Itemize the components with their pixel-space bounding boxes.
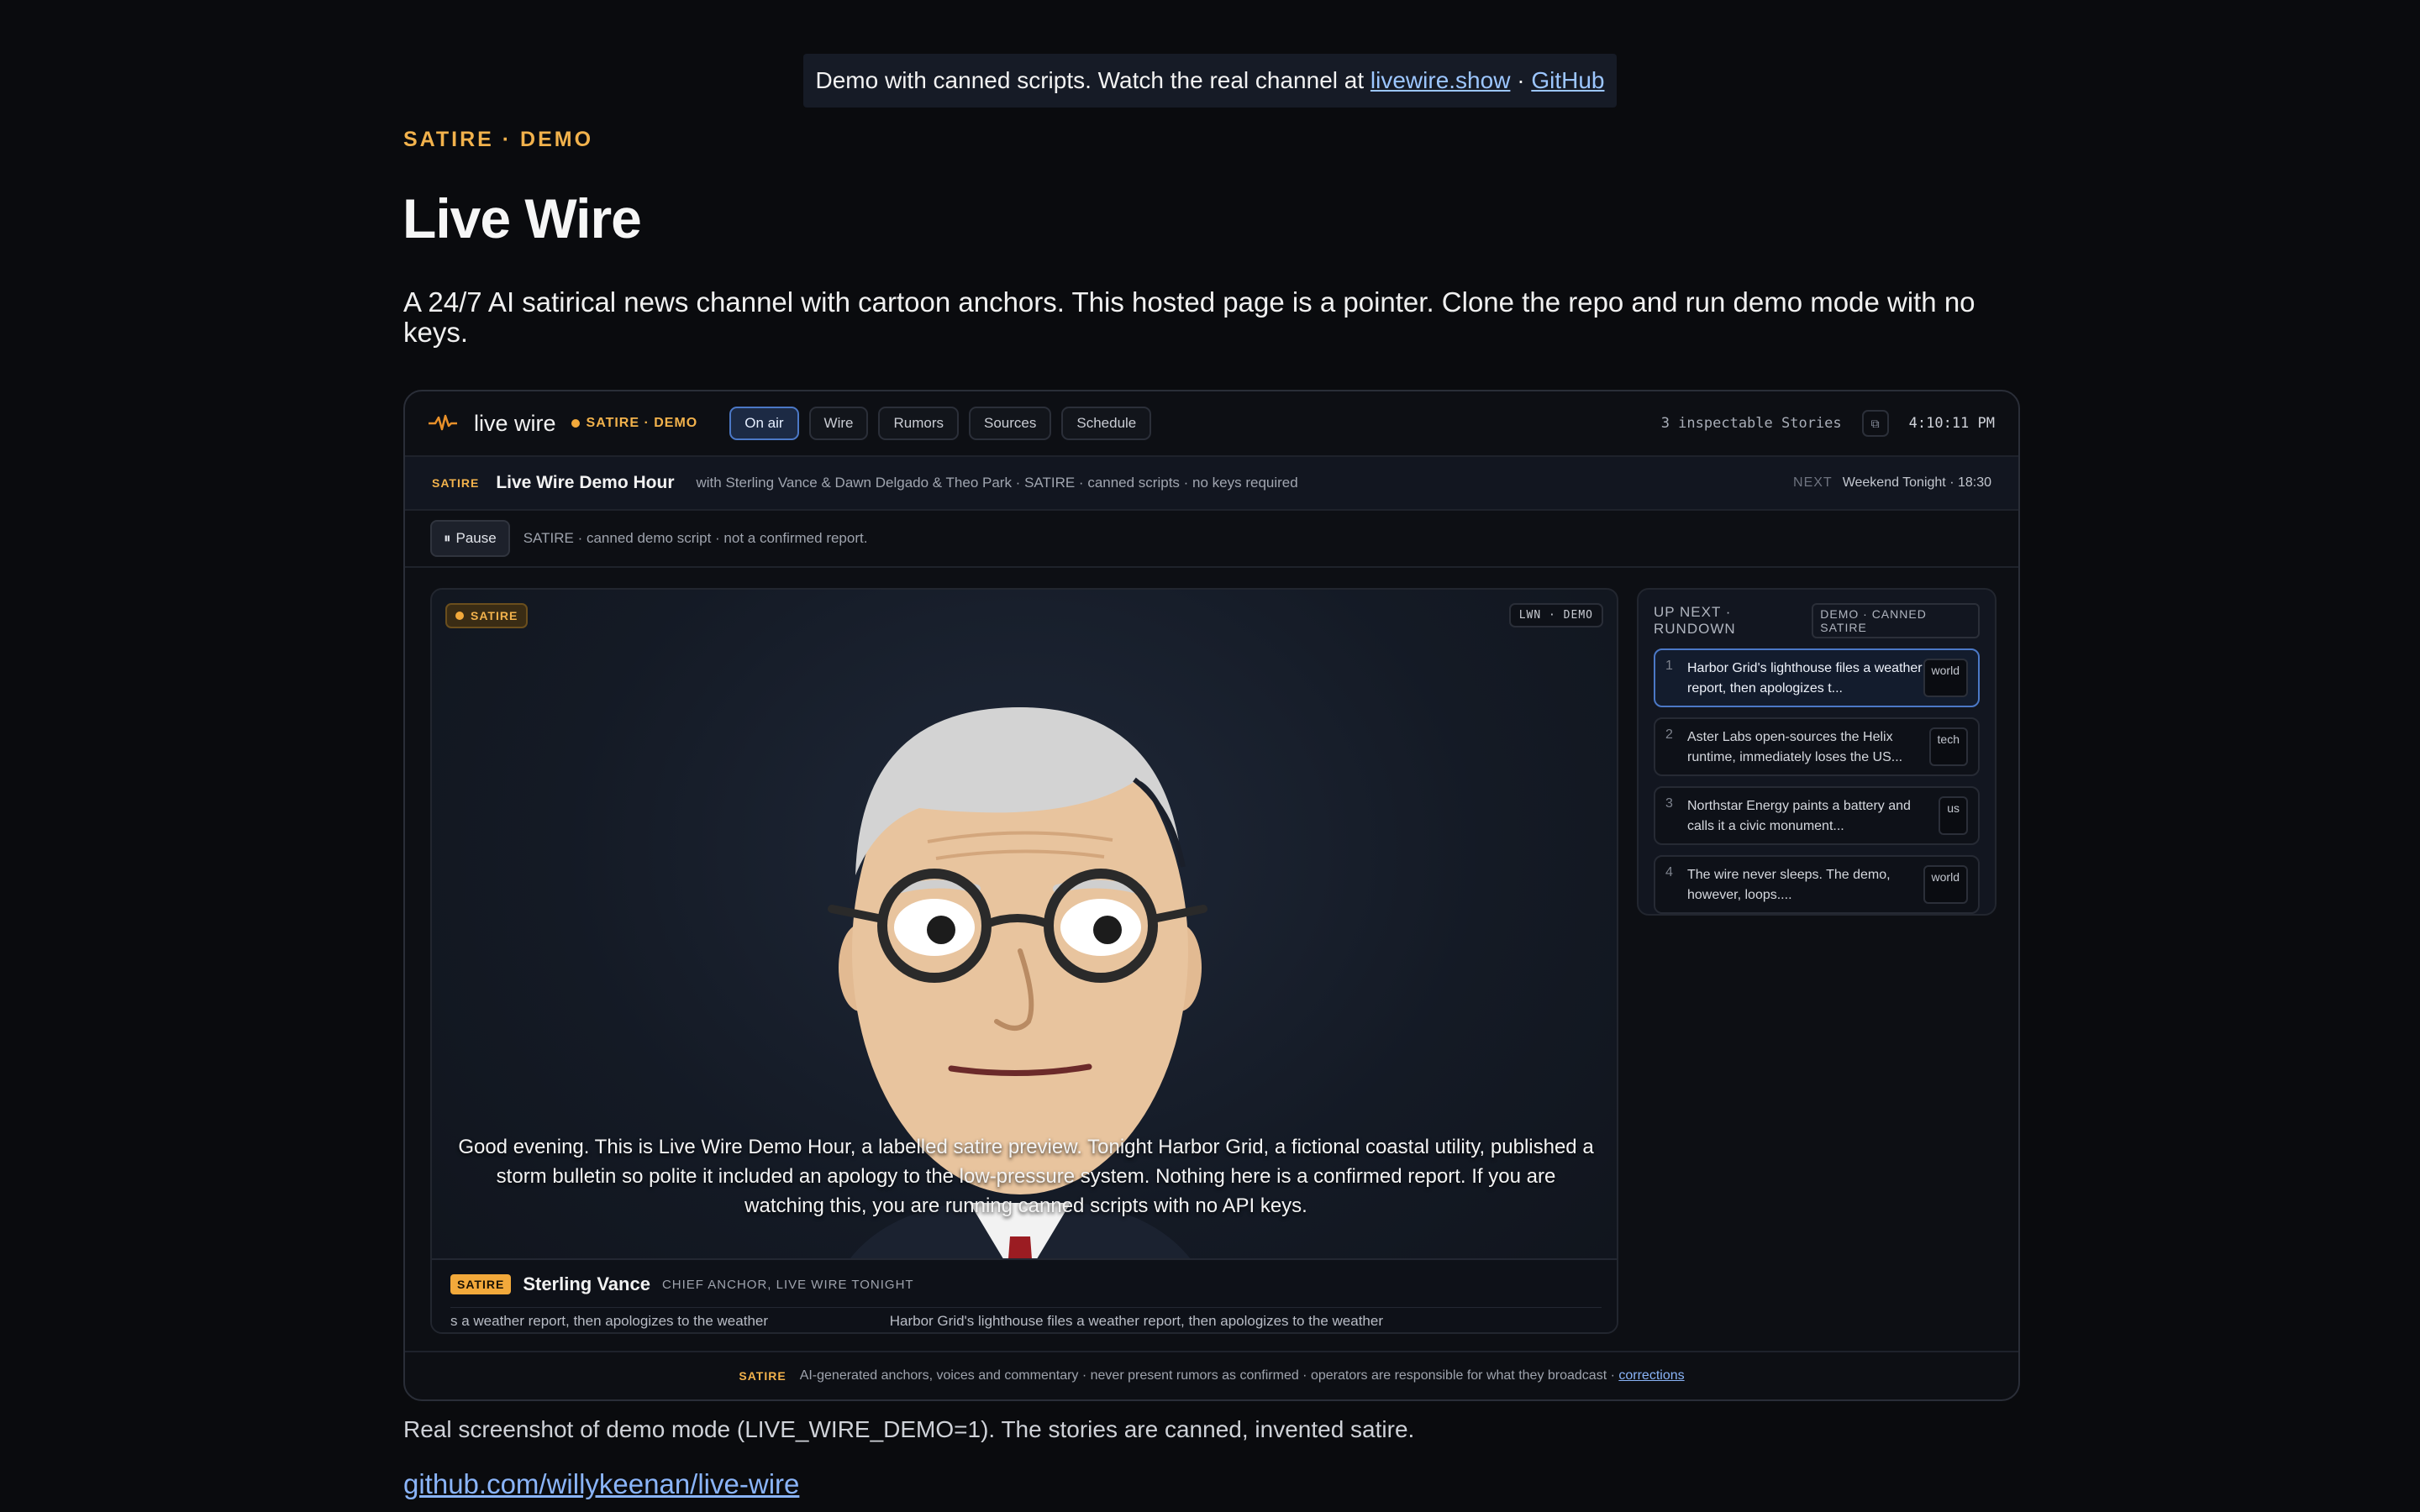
nav-tabs: On air Wire Rumors Sources Schedule [729,407,1152,440]
app-screenshot-frame: live wire SATIRE · DEMO On air Wire Rumo… [403,390,2020,1401]
show-title: Live Wire Demo Hour [496,473,675,492]
app-brand[interactable]: live wire [474,411,556,437]
satire-dot-icon [455,612,464,620]
app-footer: SATIRE AI-generated anchors, voices and … [405,1351,2018,1399]
rundown-item[interactable]: 2 Aster Labs open-sources the Helix runt… [1654,717,1980,776]
corrections-link[interactable]: corrections [1618,1368,1684,1383]
next-label: NEXT [1793,475,1833,490]
rundown-item-number: 2 [1665,727,1673,742]
footer-text: AI-generated anchors, voices and comment… [799,1368,1615,1383]
lower-satire-badge: SATIRE [450,1274,512,1294]
rundown-item-number: 4 [1665,865,1673,879]
next-value: Weekend Tonight · 18:30 [1842,475,1991,490]
lower-third-header: SATIRE Sterling Vance CHIEF ANCHOR, LIVE… [450,1273,914,1295]
brand-badge: SATIRE · DEMO [571,416,698,431]
rundown-item-category: world [1923,865,1968,904]
next-show: NEXT Weekend Tonight · 18:30 [1793,475,1991,491]
anchor-role: CHIEF ANCHOR, LIVE WIRE TONIGHT [661,1277,914,1292]
footer-tag: SATIRE [739,1369,786,1383]
lwn-demo-pill: LWN · DEMO [1508,603,1603,627]
page-lede: A 24/7 AI satirical news channel with ca… [403,286,1975,348]
show-meta: with Sterling Vance & Dawn Delgado & The… [696,475,1298,491]
control-note: SATIRE · canned demo script · not a conf… [523,530,868,546]
rundown-item-number: 3 [1665,796,1673,811]
pause-icon: ⏸ [444,530,451,546]
tab-rumors[interactable]: Rumors [878,407,959,440]
pause-button[interactable]: ⏸ Pause [430,520,510,557]
banner-separator: · [1517,67,1525,93]
github-link[interactable]: GitHub [1531,67,1604,94]
rundown-item-text: Harbor Grid's lighthouse files a weather… [1687,661,1923,696]
repo-link[interactable]: github.com/willykeenan/live-wire [403,1468,799,1500]
demo-banner: Demo with canned scripts. Watch the real… [803,54,1617,108]
rundown-item[interactable]: 1 Harbor Grid's lighthouse files a weath… [1654,648,1980,707]
rundown-item-category: us [1939,796,1968,835]
app-topbar: live wire SATIRE · DEMO On air Wire Rumo… [405,391,2018,457]
tab-on-air[interactable]: On air [729,407,799,440]
ticker-item: Harbor Grid's lighthouse files a weather… [889,1313,1383,1329]
anchor-illustration [819,707,1221,1332]
tab-sources[interactable]: Sources [969,407,1052,440]
rundown-item[interactable]: 3 Northstar Energy paints a battery and … [1654,786,1980,845]
rundown-item-category: world [1923,659,1968,697]
inspectable-count[interactable]: 3 inspectable Stories [1661,415,1842,432]
rundown-header: UP NEXT · RUNDOWN DEMO · CANNED SATIRE [1654,603,1980,638]
rundown-tag: DEMO · CANNED SATIRE [1812,603,1980,638]
tab-schedule[interactable]: Schedule [1061,407,1152,440]
news-ticker: s a weather report, then apologizes to t… [450,1307,1602,1331]
tab-wire[interactable]: Wire [808,407,869,440]
page-title: Live Wire [402,187,642,249]
screenshot-caption: Real screenshot of demo mode (LIVE_WIRE_… [403,1416,1415,1442]
lower-third: SATIRE Sterling Vance CHIEF ANCHOR, LIVE… [432,1258,1617,1332]
footer-disclaimer: AI-generated anchors, voices and comment… [800,1368,1685,1383]
rundown-item[interactable]: 4 The wire never sleeps. The demo, howev… [1654,855,1980,914]
rundown-item-text: Northstar Energy paints a battery and ca… [1687,799,1911,833]
rundown-panel: UP NEXT · RUNDOWN DEMO · CANNED SATIRE 1… [1637,588,1996,916]
pause-label: Pause [455,530,497,546]
rundown-item-category: tech [1928,727,1968,766]
satire-pill: SATIRE [445,603,529,628]
clock: 4:10:11 PM [1908,415,1995,432]
anchor-name: Sterling Vance [523,1273,650,1294]
banner-text: Demo with canned scripts. Watch the real… [815,67,1365,93]
broadcast-stage: SATIRE LWN · DEMO Good evening. This is … [430,588,1618,1334]
show-tag: SATIRE [432,476,480,490]
anchor-caption: Good evening. This is Live Wire Demo Hou… [458,1136,1594,1217]
ticker-item: s a weather report, then apologizes to t… [450,1313,769,1329]
brand-badge-label: SATIRE · DEMO [586,416,698,430]
copy-icon[interactable]: ⧉ [1861,410,1889,437]
satire-pill-label: SATIRE [471,609,518,622]
rundown-item-text: The wire never sleeps. The demo, however… [1687,868,1891,902]
live-dot-icon [571,419,580,428]
show-bar: SATIRE Live Wire Demo Hour with Sterling… [405,457,2018,511]
rundown-item-text: Aster Labs open-sources the Helix runtim… [1687,730,1903,764]
livewire-show-link[interactable]: livewire.show [1370,67,1511,94]
topbar-right: 3 inspectable Stories ⧉ 4:10:11 PM [1661,410,1995,437]
rundown-item-number: 1 [1665,659,1673,673]
control-bar: ⏸ Pause SATIRE · canned demo script · no… [405,511,2018,568]
page-eyebrow: SATIRE · DEMO [403,128,594,151]
waveform-logo-icon [429,409,457,438]
rundown-title: UP NEXT · RUNDOWN [1654,604,1736,637]
